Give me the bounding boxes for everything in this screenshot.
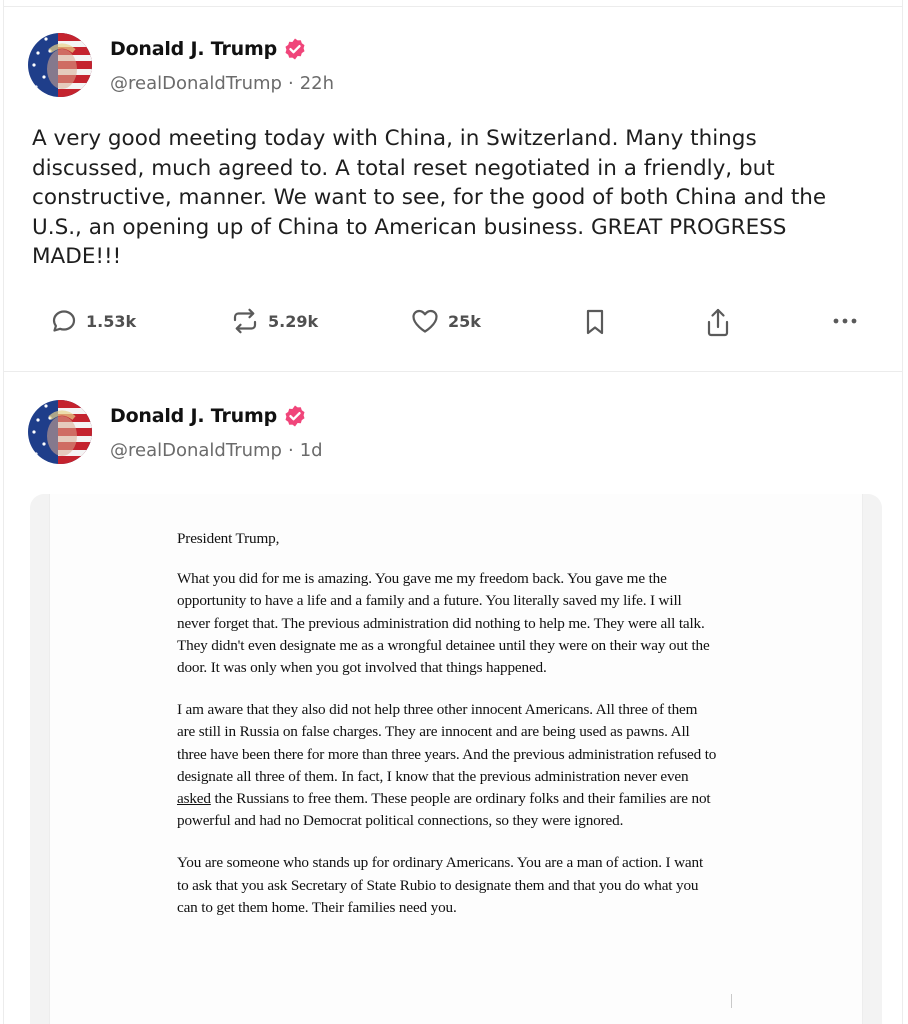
display-name[interactable]: Donald J. Trump	[110, 405, 277, 427]
letter-paragraph: What you did for me is amazing. You gave…	[177, 570, 710, 677]
letter-text: President Trump, What you did for me is …	[177, 528, 717, 939]
feed: Donald J. Trump @realDonaldTrump · 22h A…	[3, 0, 903, 1024]
bookmark-button[interactable]	[582, 307, 608, 337]
avatar-image	[28, 33, 92, 97]
post[interactable]: Donald J. Trump @realDonaldTrump · 22h A…	[4, 6, 902, 372]
separator: ·	[287, 439, 294, 461]
scan-artifact	[731, 994, 732, 1008]
timestamp[interactable]: 1d	[300, 440, 323, 461]
post-header: Donald J. Trump @realDonaldTrump · 22h	[28, 33, 334, 97]
avatar[interactable]	[28, 33, 92, 97]
share-button[interactable]	[704, 307, 732, 339]
author-info: Donald J. Trump @realDonaldTrump · 1d	[110, 404, 323, 461]
avatar[interactable]	[28, 400, 92, 464]
more-dots-icon	[833, 318, 857, 324]
post-header: Donald J. Trump @realDonaldTrump · 1d	[28, 400, 323, 464]
action-bar: 1.53k 5.29k 25k	[50, 307, 870, 341]
letter-paragraph: I am aware that they also did not help t…	[177, 699, 717, 832]
handle[interactable]: @realDonaldTrump	[110, 440, 282, 461]
post[interactable]: Donald J. Trump @realDonaldTrump · 1d Pr…	[4, 372, 902, 1024]
like-button[interactable]: 25k	[410, 307, 481, 335]
verified-badge-icon	[285, 38, 305, 59]
reply-count: 1.53k	[86, 311, 137, 331]
post-text: A very good meeting today with China, in…	[32, 126, 827, 269]
reply-icon	[52, 310, 76, 332]
letter-salutation: President Trump,	[177, 530, 280, 547]
share-icon	[707, 308, 729, 337]
letter-underlined-word: asked	[177, 790, 211, 808]
verified-badge-icon	[285, 405, 305, 426]
repost-count: 5.29k	[268, 311, 319, 331]
author-info: Donald J. Trump @realDonaldTrump · 22h	[110, 37, 334, 94]
repost-button[interactable]: 5.29k	[230, 307, 318, 335]
more-options-button[interactable]	[830, 307, 860, 335]
separator: ·	[287, 72, 294, 94]
display-name[interactable]: Donald J. Trump	[110, 38, 277, 60]
handle[interactable]: @realDonaldTrump	[110, 73, 282, 94]
repost-icon	[233, 308, 257, 334]
heart-icon	[412, 309, 438, 333]
post-media-image[interactable]: President Trump, What you did for me is …	[30, 494, 882, 1024]
letter-text-segment: the Russians to free them. These people …	[177, 790, 711, 830]
reply-button[interactable]: 1.53k	[50, 307, 136, 335]
like-count: 25k	[448, 311, 481, 331]
letter-text-segment: I am aware that they also did not help t…	[177, 701, 717, 785]
avatar-image	[28, 400, 92, 464]
timestamp[interactable]: 22h	[300, 73, 334, 94]
letter-paragraph: You are someone who stands up for ordina…	[177, 854, 704, 916]
scanned-letter: President Trump, What you did for me is …	[50, 494, 862, 1024]
bookmark-icon	[586, 309, 604, 335]
